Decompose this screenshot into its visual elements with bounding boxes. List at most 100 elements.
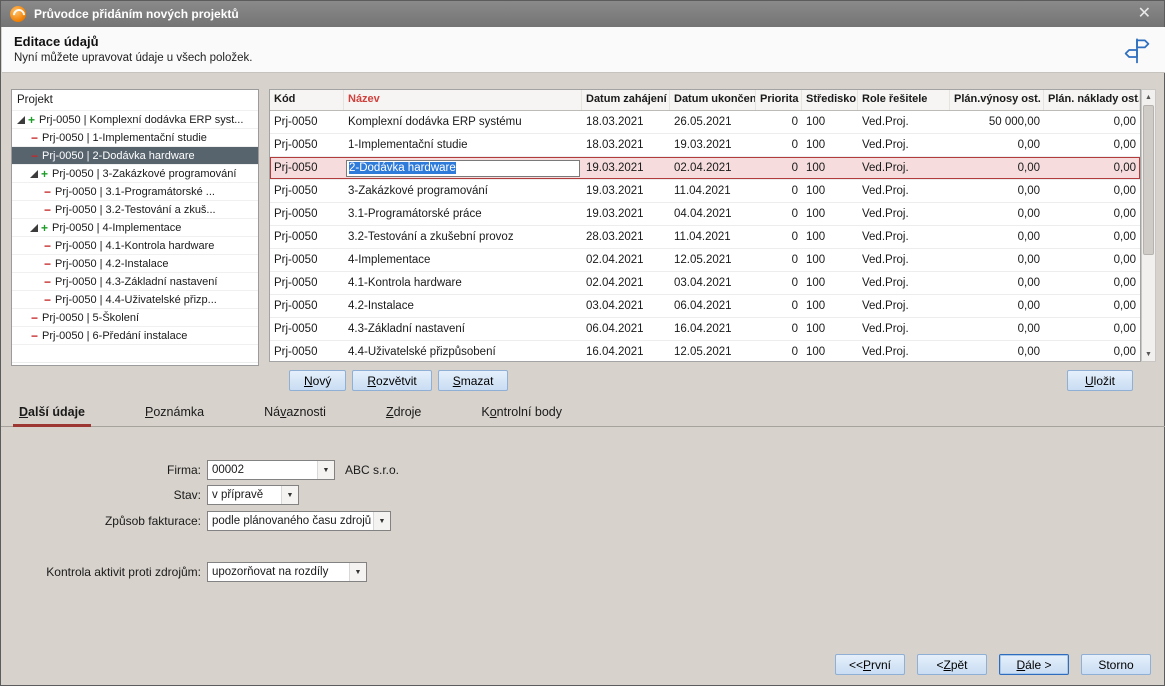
grid-cell[interactable]: 4.1-Kontrola hardware [344, 272, 582, 294]
grid-cell[interactable]: Prj-0050 [270, 318, 344, 340]
grid-cell[interactable]: 02.04.2021 [582, 249, 670, 271]
grid-cell[interactable]: 4.4-Uživatelské přizpůsobení [344, 341, 582, 362]
grid-cell[interactable]: 26.05.2021 [670, 111, 756, 133]
tree-item[interactable]: −Prj-0050 | 4.1-Kontrola hardware [12, 237, 258, 255]
grid-row[interactable]: Prj-0050Komplexní dodávka ERP systému18.… [270, 111, 1140, 134]
grid-cell[interactable]: 4.2-Instalace [344, 295, 582, 317]
grid-cell[interactable]: 12.05.2021 [670, 341, 756, 362]
grid-cell[interactable]: 0 [756, 272, 802, 294]
grid-cell[interactable]: 0 [756, 249, 802, 271]
grid-cell[interactable]: Ved.Proj. [858, 157, 950, 179]
grid-cell[interactable]: Ved.Proj. [858, 134, 950, 156]
grid-cell[interactable]: Komplexní dodávka ERP systému [344, 111, 582, 133]
tree-item[interactable]: −Prj-0050 | 6-Předání instalace [12, 327, 258, 345]
tree-item[interactable]: −Prj-0050 | 1-Implementační studie [12, 129, 258, 147]
column-header[interactable]: Kód [270, 90, 344, 110]
scrollbar-thumb[interactable] [1143, 105, 1154, 255]
grid-row[interactable]: Prj-00504.3-Základní nastavení06.04.2021… [270, 318, 1140, 341]
grid-cell[interactable]: 04.04.2021 [670, 203, 756, 225]
grid-cell[interactable]: 0 [756, 157, 802, 179]
grid-cell[interactable]: 0 [756, 226, 802, 248]
tab-navaznosti[interactable]: Návaznosti [258, 401, 332, 426]
grid-cell[interactable]: 11.04.2021 [670, 226, 756, 248]
grid-cell[interactable]: 0,00 [1044, 226, 1140, 248]
grid-cell[interactable]: 0 [756, 203, 802, 225]
grid-cell[interactable]: Prj-0050 [270, 341, 344, 362]
column-header[interactable]: Datum ukončení [670, 90, 756, 110]
column-header[interactable]: Datum zahájení [582, 90, 670, 110]
tab-dalsi-udaje[interactable]: Další údaje [13, 401, 91, 426]
grid-cell[interactable]: 0 [756, 111, 802, 133]
grid-cell[interactable]: Prj-0050 [270, 111, 344, 133]
grid-cell[interactable]: 100 [802, 249, 858, 271]
grid-cell[interactable]: 0,00 [1044, 272, 1140, 294]
tree-item[interactable]: −Prj-0050 | 3.1-Programátorské ... [12, 183, 258, 201]
grid-row[interactable]: Prj-00503-Zakázkové programování19.03.20… [270, 180, 1140, 203]
grid-cell[interactable]: 100 [802, 203, 858, 225]
tab-zdroje[interactable]: Zdroje [380, 401, 427, 426]
tree-item[interactable]: +Prj-0050 | Komplexní dodávka ERP syst..… [12, 111, 258, 129]
tree-item[interactable]: −Prj-0050 | 3.2-Testování a zkuš... [12, 201, 258, 219]
next-button[interactable]: Dále > [999, 654, 1069, 675]
grid-cell[interactable]: 0,00 [950, 249, 1044, 271]
grid-cell[interactable]: 12.05.2021 [670, 249, 756, 271]
grid-cell[interactable]: 0,00 [1044, 111, 1140, 133]
grid-cell[interactable]: 02.04.2021 [582, 272, 670, 294]
grid-cell[interactable]: 0,00 [1044, 134, 1140, 156]
grid-cell[interactable]: 100 [802, 157, 858, 179]
delete-button[interactable]: Smazat [438, 370, 509, 391]
grid-cell[interactable]: 100 [802, 226, 858, 248]
back-button[interactable]: < Zpět [917, 654, 987, 675]
firma-combobox[interactable]: 00002 ▼ [207, 460, 335, 480]
grid-cell[interactable]: 0,00 [950, 134, 1044, 156]
grid-cell[interactable]: 0,00 [1044, 157, 1140, 179]
firma-dropdown-icon[interactable]: ▼ [317, 461, 334, 479]
grid-cell[interactable]: 3.2-Testování a zkušební provoz [344, 226, 582, 248]
grid-cell[interactable]: Prj-0050 [270, 203, 344, 225]
tab-kontrolni-body[interactable]: Kontrolní body [475, 401, 568, 426]
grid-row[interactable]: Prj-00504.2-Instalace03.04.202106.04.202… [270, 295, 1140, 318]
grid-cell[interactable]: Prj-0050 [270, 272, 344, 294]
grid-cell[interactable]: 0,00 [1044, 295, 1140, 317]
grid-cell[interactable]: Ved.Proj. [858, 249, 950, 271]
grid-row[interactable]: Prj-00501-Implementační studie18.03.2021… [270, 134, 1140, 157]
grid-cell[interactable]: Prj-0050 [270, 226, 344, 248]
scroll-up-icon[interactable]: ▲ [1142, 90, 1155, 104]
grid-cell[interactable]: 4-Implementace [344, 249, 582, 271]
grid-cell[interactable]: 0 [756, 341, 802, 362]
grid-cell[interactable]: 100 [802, 295, 858, 317]
grid-cell[interactable]: 100 [802, 318, 858, 340]
grid-cell[interactable]: 19.03.2021 [582, 203, 670, 225]
tree-item[interactable]: +Prj-0050 | 3-Zakázkové programování [12, 165, 258, 183]
column-header[interactable]: Priorita [756, 90, 802, 110]
kontrola-dropdown-icon[interactable]: ▼ [349, 563, 366, 581]
grid-cell[interactable]: 0,00 [1044, 249, 1140, 271]
grid-cell[interactable]: 0,00 [950, 318, 1044, 340]
tree-item[interactable]: −Prj-0050 | 5-Školení [12, 309, 258, 327]
grid-cell[interactable]: 0,00 [950, 295, 1044, 317]
new-button[interactable]: Nový [289, 370, 346, 391]
grid-cell[interactable]: Ved.Proj. [858, 203, 950, 225]
grid-cell[interactable]: 19.03.2021 [582, 180, 670, 202]
tree-item[interactable]: −Prj-0050 | 2-Dodávka hardware [12, 147, 258, 165]
column-header[interactable]: Název [344, 90, 582, 110]
column-header[interactable]: Středisko [802, 90, 858, 110]
grid-cell[interactable]: 16.04.2021 [582, 341, 670, 362]
grid-cell[interactable]: 4.3-Základní nastavení [344, 318, 582, 340]
grid-cell[interactable]: 06.04.2021 [582, 318, 670, 340]
grid-cell[interactable]: 0 [756, 318, 802, 340]
tree-item[interactable]: +Prj-0050 | 4-Implementace [12, 219, 258, 237]
grid-cell[interactable]: 0,00 [1044, 180, 1140, 202]
grid-cell[interactable]: Ved.Proj. [858, 180, 950, 202]
column-header[interactable]: Plán.výnosy ost. [950, 90, 1044, 110]
grid-cell[interactable]: 18.03.2021 [582, 111, 670, 133]
grid-cell[interactable]: Ved.Proj. [858, 318, 950, 340]
grid-cell[interactable]: 50 000,00 [950, 111, 1044, 133]
grid-cell[interactable]: 18.03.2021 [582, 134, 670, 156]
grid-row[interactable]: Prj-00504.4-Uživatelské přizpůsobení16.0… [270, 341, 1140, 362]
grid-cell[interactable]: 3.1-Programátorské práce [344, 203, 582, 225]
grid-cell[interactable]: 0 [756, 134, 802, 156]
grid-row[interactable]: Prj-00502-Dodávka hardware19.03.202102.0… [270, 157, 1140, 180]
grid-cell[interactable]: 100 [802, 111, 858, 133]
grid-cell[interactable]: Prj-0050 [270, 249, 344, 271]
